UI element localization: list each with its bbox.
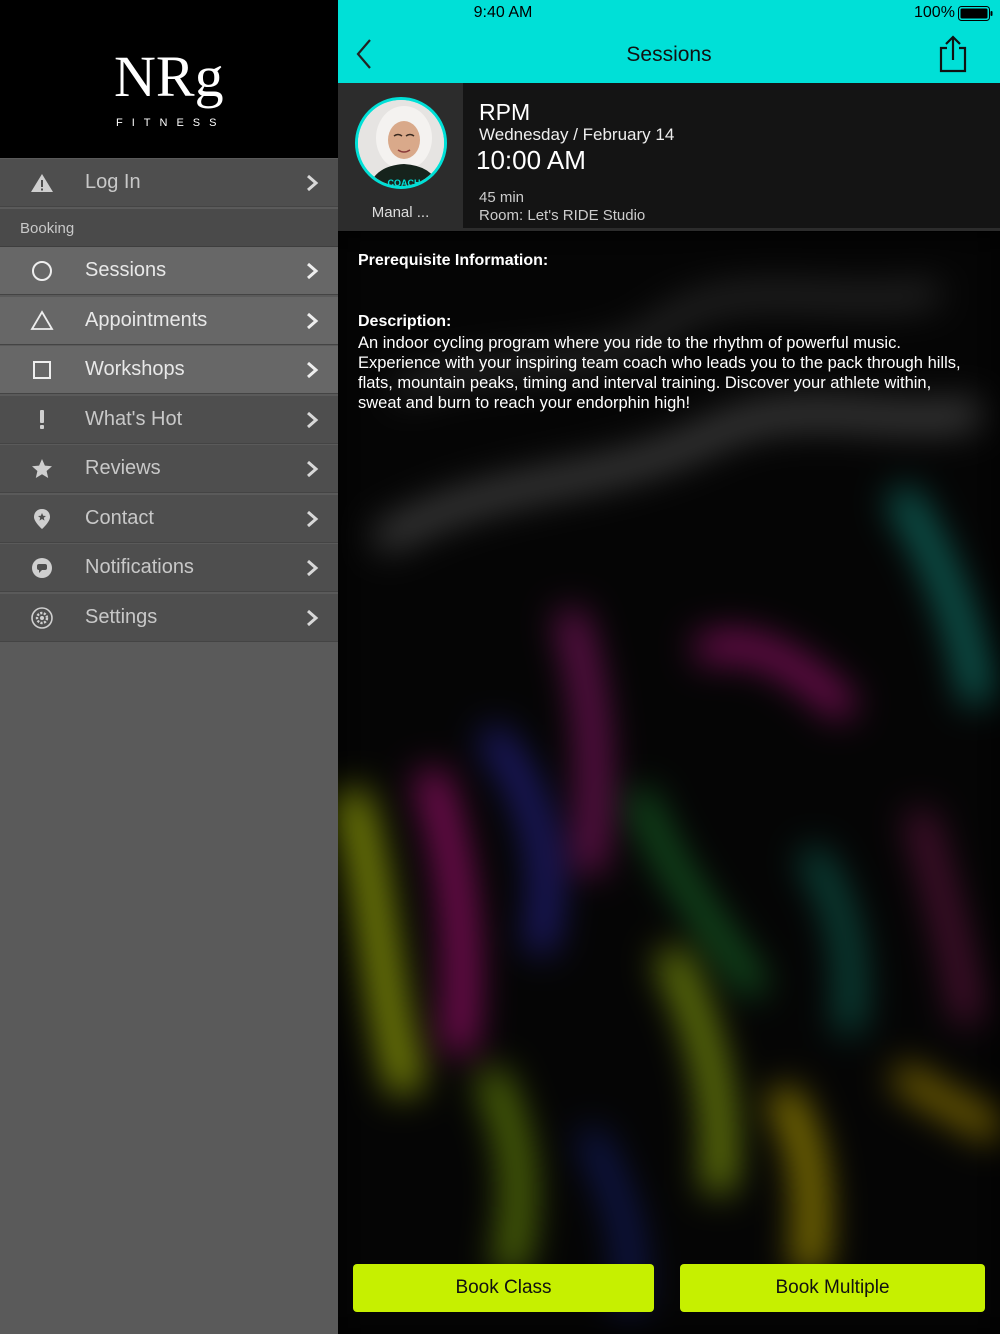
coach-panel[interactable]: COACH Manal ... bbox=[338, 83, 463, 231]
coach-name: Manal ... bbox=[371, 204, 430, 221]
book-class-button[interactable]: Book Class bbox=[353, 1264, 654, 1312]
menu-item-sessions[interactable]: Sessions bbox=[0, 247, 338, 295]
svg-text:FITNESS: FITNESS bbox=[116, 117, 225, 128]
menu-label-settings: Settings bbox=[85, 606, 158, 628]
menu-item-workshops[interactable]: Workshops bbox=[0, 346, 338, 394]
brand-logo: NRg FITNESS bbox=[114, 44, 225, 128]
menu-label-sessions: Sessions bbox=[85, 259, 167, 281]
chevron-right-icon bbox=[307, 609, 319, 627]
description-text: An indoor cycling program where you ride… bbox=[358, 334, 961, 412]
main-panel: 9:40 AM 100% Sessions COACH Manal ... RP… bbox=[338, 0, 1000, 1334]
chevron-right-icon bbox=[307, 411, 319, 429]
menu-item-settings[interactable]: Settings bbox=[0, 594, 338, 642]
share-icon[interactable] bbox=[936, 34, 970, 74]
description-heading: Description: bbox=[358, 313, 452, 330]
coach-avatar: COACH bbox=[355, 97, 447, 189]
menu-item-contact[interactable]: Contact bbox=[0, 495, 338, 543]
triangle-icon bbox=[30, 310, 54, 330]
square-icon bbox=[33, 361, 51, 379]
section-booking-label: Booking bbox=[20, 220, 75, 237]
menu-item-appointments[interactable]: Appointments bbox=[0, 297, 338, 345]
class-date: Wednesday / February 14 bbox=[479, 125, 675, 144]
status-battery-percent: 100% bbox=[914, 4, 955, 21]
chevron-right-icon bbox=[307, 174, 319, 192]
menu-label-reviews: Reviews bbox=[85, 457, 161, 479]
chevron-right-icon bbox=[307, 510, 319, 528]
class-name: RPM bbox=[479, 99, 531, 125]
book-multiple-button[interactable]: Book Multiple bbox=[680, 1264, 985, 1312]
sidebar: NRg FITNESS Log In Booking Sessions Appo… bbox=[0, 0, 338, 1334]
chevron-right-icon bbox=[307, 460, 319, 478]
session-header: COACH Manal ... RPM Wednesday / February… bbox=[338, 83, 1000, 231]
class-room: Room: Let's RIDE Studio bbox=[479, 207, 646, 224]
menu-item-notifications[interactable]: Notifications bbox=[0, 544, 338, 592]
chevron-right-icon bbox=[307, 361, 319, 379]
star-icon bbox=[32, 459, 52, 478]
battery-icon bbox=[958, 6, 993, 21]
menu-label-appointments: Appointments bbox=[85, 309, 208, 331]
menu-item-whats-hot[interactable]: What's Hot bbox=[0, 396, 338, 444]
class-time: 10:00 AM bbox=[476, 145, 586, 175]
svg-text:COACH: COACH bbox=[388, 178, 421, 188]
menu-label-notifications: Notifications bbox=[85, 556, 194, 578]
logo-area: NRg FITNESS bbox=[0, 0, 338, 158]
chevron-right-icon bbox=[307, 262, 319, 280]
location-pin-icon bbox=[34, 509, 50, 529]
gear-icon bbox=[31, 607, 53, 629]
svg-text:NRg: NRg bbox=[114, 44, 224, 109]
warning-icon bbox=[31, 174, 53, 192]
navigation-bar: 9:40 AM 100% Sessions bbox=[338, 0, 1000, 83]
section-header-booking: Booking bbox=[0, 209, 338, 247]
exclamation-icon bbox=[40, 410, 44, 429]
chat-bubble-icon bbox=[32, 558, 52, 578]
class-duration: 45 min bbox=[479, 189, 525, 206]
menu-item-reviews[interactable]: Reviews bbox=[0, 445, 338, 493]
menu-label-whats-hot: What's Hot bbox=[85, 408, 183, 430]
circle-icon bbox=[32, 261, 52, 281]
page-title: Sessions bbox=[626, 43, 712, 66]
menu-item-login[interactable]: Log In bbox=[0, 159, 338, 207]
menu-label-workshops: Workshops bbox=[85, 358, 185, 380]
prerequisite-heading: Prerequisite Information: bbox=[358, 252, 549, 269]
menu-label-login: Log In bbox=[85, 171, 141, 193]
menu-label-contact: Contact bbox=[85, 507, 154, 529]
chevron-right-icon bbox=[307, 312, 319, 330]
chevron-right-icon bbox=[307, 559, 319, 577]
status-time: 9:40 AM bbox=[473, 4, 533, 21]
